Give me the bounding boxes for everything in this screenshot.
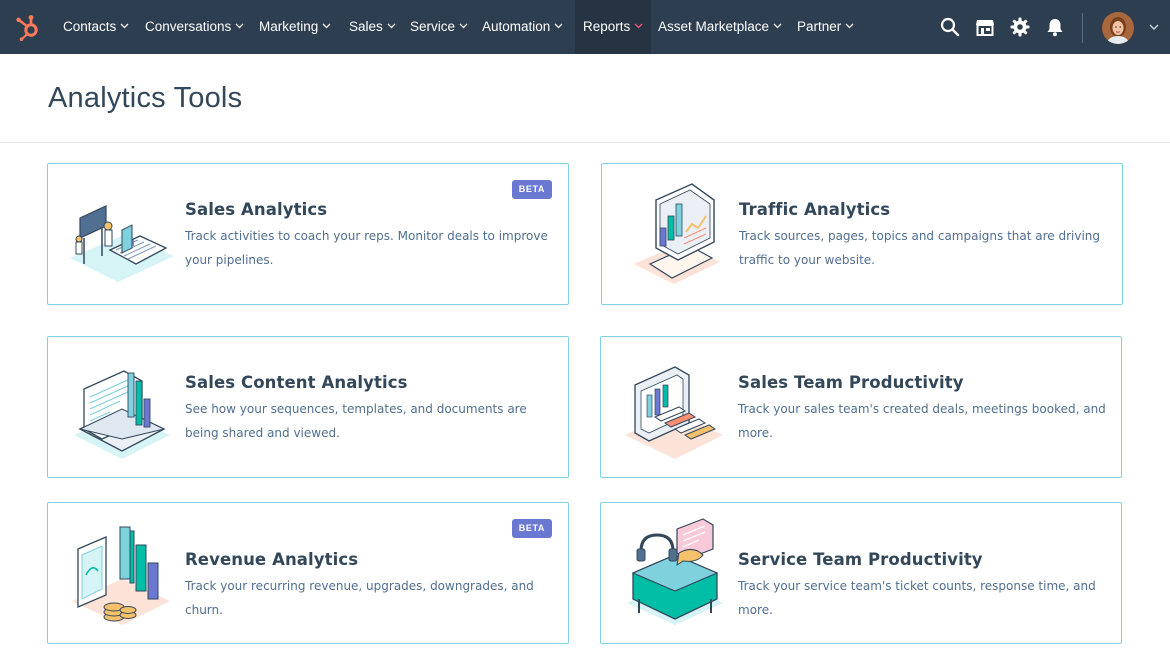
nav-reports-label: Reports — [583, 19, 631, 34]
chevron-down-icon — [773, 23, 782, 29]
chevron-down-icon — [387, 23, 396, 29]
search-icon[interactable] — [940, 17, 960, 37]
nav-conversations[interactable]: Conversations — [145, 0, 244, 54]
card-description: Track sources, pages, topics and campaig… — [739, 229, 1101, 267]
card-title: Sales Content Analytics — [185, 373, 408, 392]
user-avatar[interactable] — [1102, 12, 1134, 44]
card-title: Traffic Analytics — [739, 200, 891, 219]
nav-marketing[interactable]: Marketing — [259, 0, 331, 54]
nav-service[interactable]: Service — [410, 0, 468, 54]
traffic-analytics-illustration-icon — [634, 183, 720, 284]
nav-partner[interactable]: Partner — [797, 0, 854, 54]
chevron-down-icon — [845, 23, 854, 29]
card-description: Track your service team's ticket counts,… — [738, 579, 1096, 617]
nav-divider — [1082, 13, 1083, 43]
nav-service-label: Service — [410, 19, 456, 34]
card-sales-content-analytics[interactable]: Sales Content Analytics See how your seq… — [47, 336, 569, 478]
nav-sales[interactable]: Sales — [349, 0, 396, 54]
card-description: See how your sequences, templates, and d… — [185, 402, 527, 440]
card-service-team-productivity[interactable]: Service Team Productivity Track your ser… — [600, 502, 1122, 644]
card-revenue-analytics[interactable]: BETA Revenue Analytics Track your recurr… — [47, 502, 569, 644]
page-title: Analytics Tools — [48, 82, 243, 114]
beta-badge: BETA — [511, 180, 552, 199]
card-description: Track activities to coach your reps. Mon… — [185, 229, 548, 267]
card-title: Sales Team Productivity — [738, 373, 964, 392]
nav-reports[interactable]: Reports — [575, 0, 652, 54]
service-team-illustration-icon — [627, 518, 723, 625]
page-header: Analytics Tools — [0, 54, 1170, 143]
beta-badge: BETA — [511, 519, 552, 538]
nav-contacts-label: Contacts — [63, 19, 117, 34]
card-sales-team-productivity[interactable]: Sales Team Productivity Track your sales… — [600, 336, 1122, 478]
nav-automation[interactable]: Automation — [482, 0, 563, 54]
card-description: Track your recurring revenue, upgrades, … — [185, 579, 534, 617]
top-navigation: Contacts Conversations Marketing Sales S… — [0, 0, 1170, 54]
card-description: Track your sales team's created deals, m… — [738, 402, 1106, 440]
chevron-down-icon — [322, 23, 331, 29]
card-sales-analytics[interactable]: BETA Sales Analytics Track activities to… — [47, 163, 569, 305]
nav-sales-label: Sales — [349, 19, 383, 34]
nav-conversations-label: Conversations — [145, 19, 232, 34]
notifications-bell-icon[interactable] — [1045, 17, 1065, 37]
nav-automation-label: Automation — [482, 19, 551, 34]
account-chevron-down-icon[interactable] — [1149, 24, 1159, 31]
nav-partner-label: Partner — [797, 19, 842, 34]
card-title: Sales Analytics — [185, 200, 328, 219]
revenue-analytics-illustration-icon — [72, 526, 170, 625]
nav-asset-marketplace-label: Asset Marketplace — [658, 19, 770, 34]
avatar-photo-icon — [1102, 12, 1134, 44]
chevron-down-icon — [634, 23, 643, 29]
chevron-down-icon — [459, 23, 468, 29]
sales-analytics-illustration-icon — [70, 205, 174, 282]
sales-content-illustration-icon — [74, 370, 170, 459]
sales-team-illustration-icon — [625, 366, 723, 459]
card-traffic-analytics[interactable]: Traffic Analytics Track sources, pages, … — [601, 163, 1123, 305]
chevron-down-icon — [554, 23, 563, 29]
settings-icon[interactable] — [1010, 17, 1030, 37]
card-title: Service Team Productivity — [738, 550, 983, 569]
chevron-down-icon — [120, 23, 129, 29]
nav-asset-marketplace[interactable]: Asset Marketplace — [658, 0, 782, 54]
hubspot-logo-icon[interactable] — [14, 13, 42, 41]
card-title: Revenue Analytics — [185, 550, 359, 569]
nav-marketing-label: Marketing — [259, 19, 319, 34]
nav-contacts[interactable]: Contacts — [63, 0, 129, 54]
marketplace-icon[interactable] — [975, 17, 995, 37]
chevron-down-icon — [235, 23, 244, 29]
